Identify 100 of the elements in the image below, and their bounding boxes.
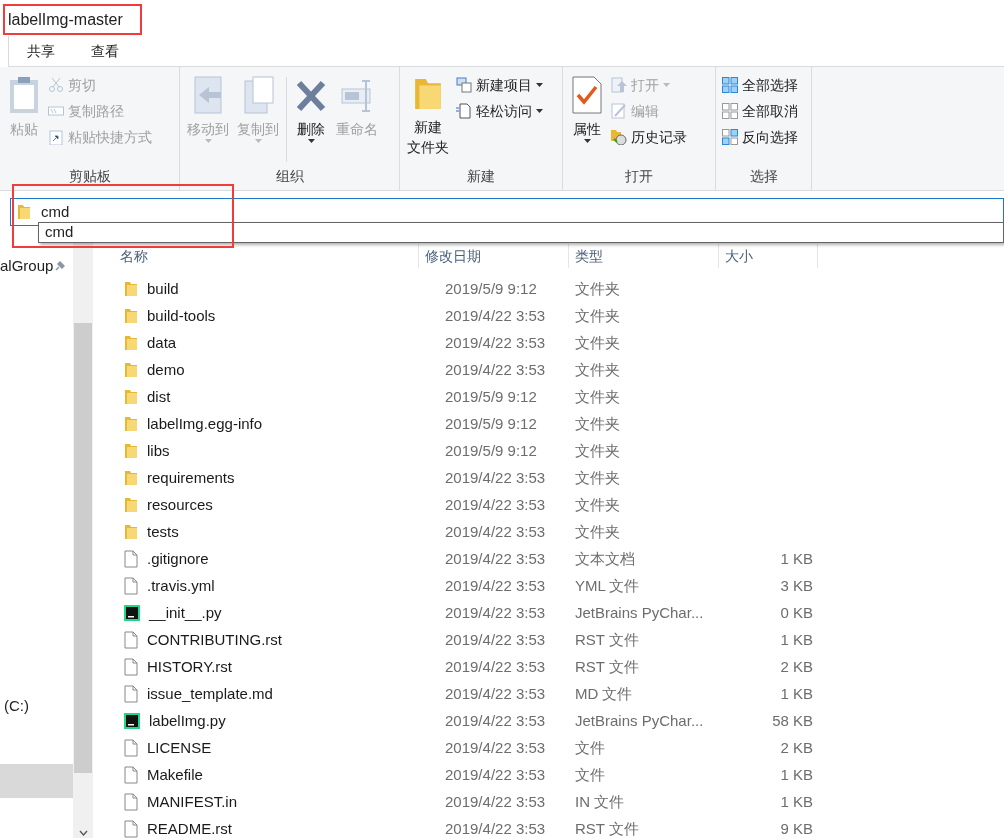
invert-selection-icon — [722, 129, 738, 145]
file-icon — [124, 738, 138, 757]
file-name[interactable]: data — [147, 334, 177, 351]
folder-icon — [124, 334, 138, 351]
scrollbar-thumb[interactable] — [74, 323, 92, 773]
folder-icon — [124, 307, 138, 324]
table-cell: 3 KB — [780, 577, 813, 594]
table-cell-text: 2019/4/22 3:53 — [444, 361, 547, 378]
file-name[interactable]: issue_template.md — [147, 685, 273, 702]
nav-item[interactable]: alGroup — [0, 254, 54, 278]
file-name[interactable]: .travis.yml — [147, 577, 215, 594]
file-name[interactable]: build-tools — [147, 307, 216, 324]
file-name[interactable]: requirements — [147, 469, 235, 486]
table-cell: 1 KB — [780, 793, 813, 810]
folder-icon — [124, 361, 138, 378]
file-name[interactable]: .gitignore — [147, 550, 209, 567]
folder-icon — [124, 280, 138, 297]
shortcut-icon — [48, 129, 64, 145]
select-all-icon — [722, 77, 738, 93]
ribbon-button[interactable]: 属性 — [567, 73, 607, 166]
folder-icon — [124, 496, 138, 513]
table-cell-text: IN 文件 — [574, 793, 626, 810]
table-cell-text: 2019/4/22 3:53 — [444, 334, 547, 351]
group-label: 新建 — [466, 167, 496, 186]
ribbon-button[interactable]: 删除 — [291, 73, 331, 166]
table-cell-text: 文件夹 — [574, 469, 621, 486]
file-name[interactable]: build — [147, 280, 179, 297]
folder-icon — [124, 388, 138, 405]
table-cell-text: 文件夹 — [574, 334, 621, 351]
table-cell-text: 2019/5/9 9:12 — [444, 415, 538, 432]
file-name[interactable]: labelImg.py — [149, 712, 226, 729]
nav-item[interactable]: (C:) — [4, 694, 29, 718]
ribbon-tab[interactable]: 查看 — [73, 36, 137, 66]
file-name[interactable]: demo — [147, 361, 185, 378]
table-cell: 1 KB — [780, 631, 813, 648]
file-name[interactable]: libs — [147, 442, 170, 459]
window-title: labelImg-master — [8, 9, 123, 30]
scroll-down-icon[interactable] — [78, 830, 88, 836]
file-name[interactable]: HISTORY.rst — [147, 658, 233, 675]
ribbon-button[interactable]: 反向选择 — [720, 125, 800, 149]
column-header[interactable]: 名称 — [100, 244, 419, 268]
file-name[interactable]: MANIFEST.in — [147, 793, 237, 810]
table-cell-text: MD 文件 — [574, 685, 634, 702]
properties-icon — [570, 75, 604, 115]
file-name[interactable]: labelImg.egg-info — [147, 415, 263, 432]
file-name[interactable]: LICENSE — [147, 739, 212, 756]
table-cell-text: 2019/4/22 3:53 — [444, 712, 547, 729]
column-header[interactable]: 大小 — [719, 244, 818, 268]
folder-icon — [124, 469, 138, 486]
folder-icon — [124, 415, 138, 432]
table-cell-text: 2019/4/22 3:53 — [444, 766, 547, 783]
file-name[interactable]: resources — [147, 496, 213, 513]
column-header[interactable]: 修改日期 — [419, 244, 569, 268]
file-name[interactable]: tests — [147, 523, 179, 540]
file-icon — [124, 684, 138, 703]
file-name[interactable]: CONTRIBUTING.rst — [147, 631, 282, 648]
table-cell-text: 2019/4/22 3:53 — [444, 658, 547, 675]
table-cell-text: 文本文档 — [574, 550, 636, 567]
open-icon — [611, 77, 627, 93]
ribbon-button[interactable]: 轻松访问 — [454, 99, 545, 123]
table-cell-text: 2019/5/9 9:12 — [444, 280, 538, 297]
select-none-icon — [722, 103, 738, 119]
table-cell-text: 文件夹 — [574, 307, 621, 324]
table-cell-text: 2019/4/22 3:53 — [444, 577, 547, 594]
copy-icon — [241, 75, 275, 115]
table-cell-text: 2019/4/22 3:53 — [444, 739, 547, 756]
table-cell-text: 2019/5/9 9:12 — [444, 442, 538, 459]
ribbon-button[interactable]: 全部取消 — [720, 99, 800, 123]
file-icon — [124, 792, 138, 811]
file-name[interactable]: dist — [147, 388, 171, 405]
ribbon-button[interactable]: 新建项目 — [454, 73, 545, 97]
ribbon-button[interactable]: 全部选择 — [720, 73, 800, 97]
table-cell-text: 2019/4/22 3:53 — [444, 685, 547, 702]
table-cell-text: JetBrains PyChar... — [574, 604, 705, 621]
table-cell-text: 文件夹 — [574, 496, 621, 513]
ribbon-button[interactable]: 历史记录 — [609, 125, 689, 149]
table-cell-text: 2019/4/22 3:53 — [444, 307, 547, 324]
table-cell-text: 文件夹 — [574, 388, 621, 405]
table-cell: 58 KB — [772, 712, 813, 729]
ribbon-tab[interactable]: 共享 — [9, 36, 73, 66]
table-cell-text: 2019/5/9 9:12 — [444, 388, 538, 405]
folder-icon — [124, 523, 138, 540]
file-name[interactable]: __init__.py — [149, 604, 222, 621]
app-icon — [124, 712, 140, 729]
clipboard-icon — [7, 75, 41, 115]
ribbon-button[interactable]: 新建 文件夹 — [404, 73, 452, 166]
table-cell-text: 文件夹 — [574, 442, 621, 459]
table-cell-text: RST 文件 — [574, 820, 640, 837]
history-icon — [611, 129, 627, 145]
file-icon — [124, 576, 138, 595]
folder-icon — [17, 204, 31, 220]
table-cell-text: 文件 — [574, 766, 606, 783]
path-icon — [48, 103, 64, 119]
group-label: 组织 — [274, 167, 305, 186]
file-name[interactable]: Makefile — [147, 766, 203, 783]
file-name[interactable]: README.rst — [147, 820, 232, 837]
column-header[interactable]: 类型 — [569, 244, 719, 268]
table-cell-text: 文件夹 — [574, 523, 621, 540]
scissors-icon — [48, 77, 64, 93]
table-cell: 9 KB — [780, 820, 813, 837]
